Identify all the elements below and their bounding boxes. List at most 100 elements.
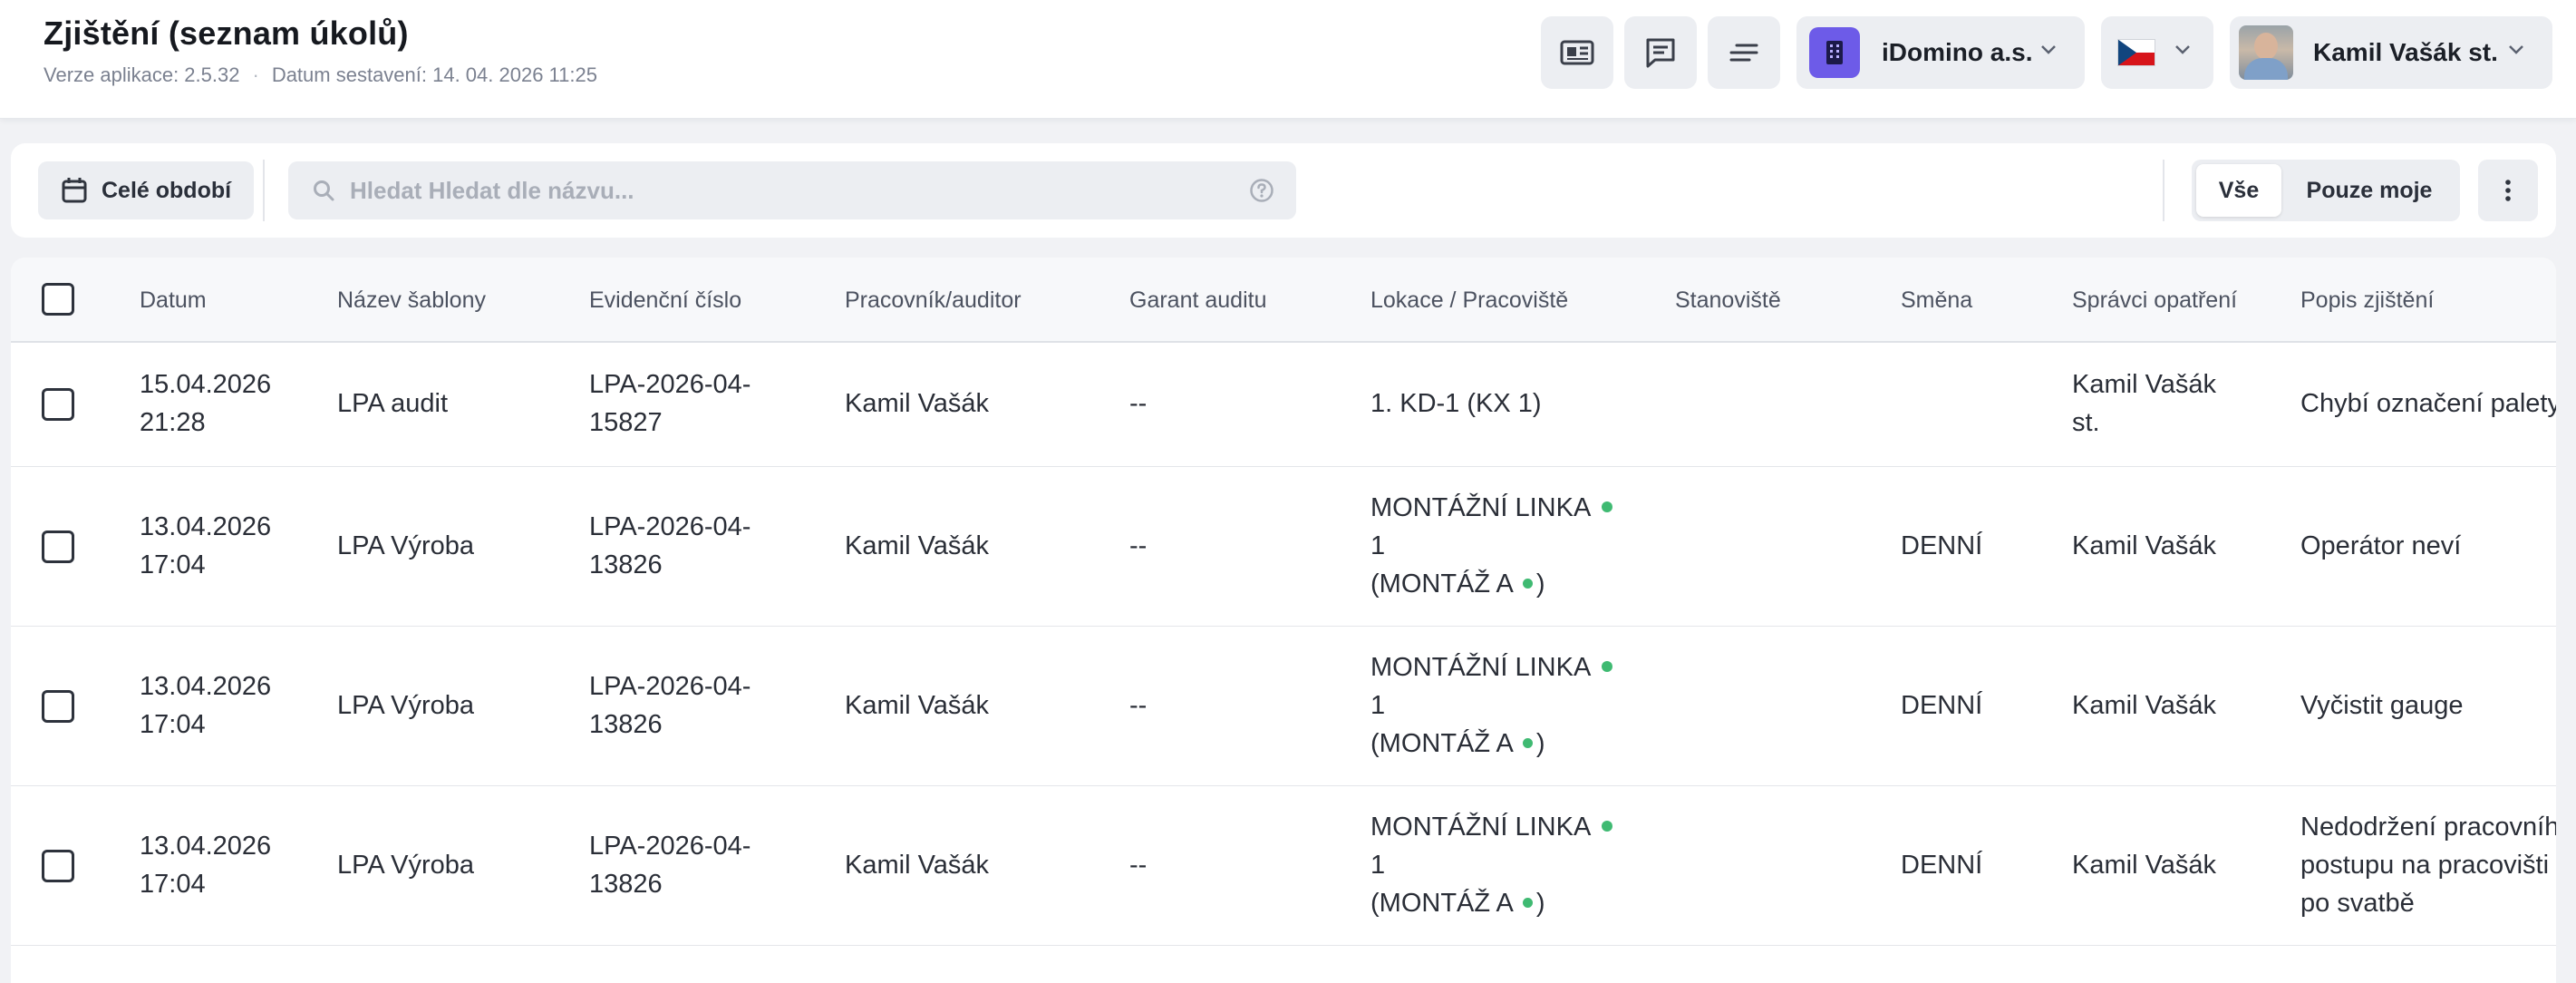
comment-icon — [1646, 38, 1675, 68]
cell-garant: -- — [1129, 851, 1148, 880]
chevron-down-icon — [2041, 45, 2056, 54]
column-header-datum[interactable]: Datum — [140, 258, 207, 343]
cell-popis: Chybí označení palety — [2300, 389, 2556, 418]
chevron-down-icon — [2175, 45, 2190, 54]
cell-datum: 13.04.2026 17:04 — [140, 672, 272, 739]
cell-popis: Vyčistit gauge — [2300, 691, 2464, 720]
app-meta: Verze aplikace: 2.5.32 · Datum sestavení… — [44, 63, 597, 87]
findings-table: Datum Název šablony Evidenční číslo Prac… — [11, 258, 2556, 983]
column-header-sablona[interactable]: Název šablony — [337, 258, 486, 343]
row-checkbox[interactable] — [42, 690, 74, 723]
cz-flag-icon — [2117, 39, 2155, 66]
user-name: Kamil Vašák st. — [2313, 38, 2498, 66]
cell-popis: Nedodržení pracovního postupu na pracovi… — [2300, 813, 2556, 918]
cell-smena: DENNÍ — [1901, 851, 1983, 880]
table-row[interactable]: 13.04.2026 17:04 LPA Výroba LPA-2026-04-… — [11, 627, 2556, 786]
help-icon[interactable] — [1249, 178, 1274, 203]
status-dot — [1522, 898, 1533, 908]
cell-datum: 15.04.2026 21:28 — [140, 370, 272, 437]
app-version: Verze aplikace: 2.5.32 — [44, 63, 240, 86]
divider — [2163, 160, 2164, 221]
cell-cislo: LPA-2026-04- 13826 — [589, 672, 751, 739]
table-header: Datum Název šablony Evidenční číslo Prac… — [11, 258, 2556, 343]
notes-button[interactable] — [1708, 16, 1780, 89]
row-checkbox[interactable] — [42, 850, 74, 882]
column-header-smena[interactable]: Směna — [1901, 258, 1972, 343]
column-header-lokace[interactable]: Lokace / Pracoviště — [1370, 258, 1568, 343]
user-menu[interactable]: Kamil Vašák st. — [2230, 16, 2552, 89]
filter-mine-option[interactable]: Pouze moje — [2285, 164, 2454, 217]
chevron-down-icon — [2509, 45, 2523, 54]
notes-icon — [1729, 44, 1758, 62]
search-icon — [314, 180, 334, 201]
search-input[interactable] — [350, 176, 1220, 205]
column-header-cislo[interactable]: Evidenční číslo — [589, 258, 741, 343]
column-header-stanoviste[interactable]: Stanoviště — [1675, 258, 1781, 343]
cell-lokace: MONTÁŽNÍ LINKA 1 (MONTÁŽ A) — [1370, 808, 1613, 922]
building-icon — [1809, 27, 1860, 78]
app-header: Zjištění (seznam úkolů) Verze aplikace: … — [0, 0, 2576, 119]
cell-spravci: Kamil Vašák — [2072, 691, 2217, 720]
filter-toolbar: Celé období Vše Pouze moje — [11, 143, 2556, 238]
avatar — [2239, 25, 2293, 80]
divider — [263, 160, 265, 221]
period-button[interactable]: Celé období — [38, 161, 254, 219]
status-dot — [1602, 501, 1613, 512]
cell-cislo: LPA-2026-04- 13826 — [589, 832, 751, 899]
search-box[interactable] — [288, 161, 1296, 219]
status-dot — [1602, 661, 1613, 672]
cell-sablona: LPA Výroba — [337, 851, 475, 880]
cell-lokace: 1. KD-1 (KX 1) — [1370, 389, 1542, 418]
build-date: Datum sestavení: 14. 04. 2026 11:25 — [271, 63, 597, 86]
table-row[interactable]: 13.04.2026 17:04 LPA Výroba LPA-2026-04-… — [11, 467, 2556, 627]
column-header-pracovnik[interactable]: Pracovník/auditor — [845, 258, 1022, 343]
table-row[interactable]: 15.04.2026 21:28 LPA audit LPA-2026-04- … — [11, 343, 2556, 467]
comments-button[interactable] — [1624, 16, 1697, 89]
cell-popis: Operátor neví — [2300, 531, 2462, 560]
cell-pracovnik: Kamil Vašák — [845, 389, 990, 418]
column-header-garant[interactable]: Garant auditu — [1129, 258, 1267, 343]
calendar-icon — [62, 178, 87, 203]
select-all-checkbox[interactable] — [42, 283, 74, 316]
cell-garant: -- — [1129, 691, 1148, 720]
cell-cislo: LPA-2026-04- 13826 — [589, 512, 751, 579]
cell-sablona: LPA audit — [337, 389, 449, 418]
company-name: iDomino a.s. — [1882, 38, 2033, 66]
language-selector[interactable] — [2101, 16, 2213, 89]
status-dot — [1602, 821, 1613, 832]
cell-cislo: LPA-2026-04- 15827 — [589, 370, 751, 437]
cell-spravci: Kamil Vašák st. — [2072, 370, 2217, 437]
period-label: Celé období — [102, 177, 232, 203]
status-dot — [1522, 579, 1533, 589]
meta-separator: · — [252, 63, 259, 86]
column-header-spravci[interactable]: Správci opatření — [2072, 258, 2237, 343]
ownership-filter: Vše Pouze moje — [2192, 160, 2460, 221]
cell-garant: -- — [1129, 389, 1148, 418]
company-selector[interactable]: iDomino a.s. — [1796, 16, 2085, 89]
cell-sablona: LPA Výroba — [337, 691, 475, 720]
cell-smena: DENNÍ — [1901, 691, 1983, 720]
column-header-popis[interactable]: Popis zjištění — [2300, 258, 2434, 343]
cell-pracovnik: Kamil Vašák — [845, 851, 990, 880]
cell-datum: 13.04.2026 17:04 — [140, 832, 272, 899]
cell-spravci: Kamil Vašák — [2072, 851, 2217, 880]
more-vertical-icon — [2505, 180, 2511, 201]
cell-smena: DENNÍ — [1901, 531, 1983, 560]
row-checkbox[interactable] — [42, 388, 74, 421]
cell-spravci: Kamil Vašák — [2072, 531, 2217, 560]
cell-garant: -- — [1129, 531, 1148, 560]
cell-sablona: LPA Výroba — [337, 531, 475, 560]
more-options-button[interactable] — [2478, 160, 2538, 221]
news-icon — [1560, 40, 1594, 65]
cell-pracovnik: Kamil Vašák — [845, 531, 990, 560]
cell-lokace: MONTÁŽNÍ LINKA 1 (MONTÁŽ A) — [1370, 648, 1613, 763]
row-checkbox[interactable] — [42, 530, 74, 563]
cell-datum: 13.04.2026 17:04 — [140, 512, 272, 579]
page-title: Zjištění (seznam úkolů) — [44, 15, 409, 52]
table-row[interactable]: 13.04.2026 17:04 LPA Výroba LPA-2026-04-… — [11, 786, 2556, 946]
filter-all-option[interactable]: Vše — [2196, 164, 2281, 217]
status-dot — [1522, 738, 1533, 748]
news-button[interactable] — [1541, 16, 1613, 89]
cell-pracovnik: Kamil Vašák — [845, 691, 990, 720]
cell-lokace: MONTÁŽNÍ LINKA 1 (MONTÁŽ A) — [1370, 489, 1613, 603]
